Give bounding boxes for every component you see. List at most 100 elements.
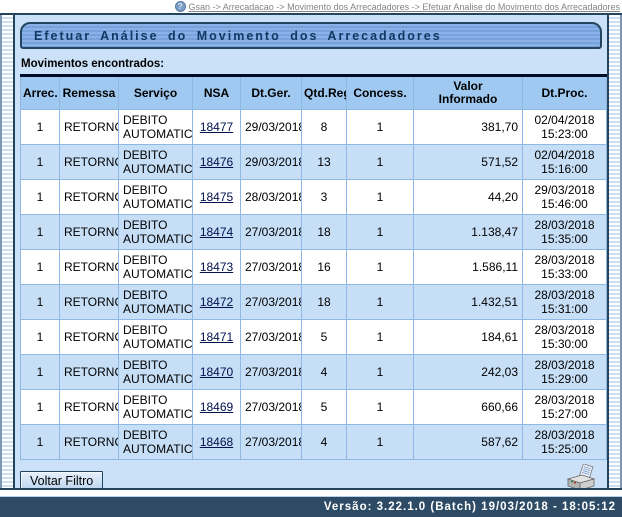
cell-nsa: 18475 — [193, 180, 241, 215]
table-row: 1RETORNODEBITO AUTOMATICO1847629/03/2018… — [21, 145, 607, 180]
cell-concessionaria: 1 — [347, 250, 414, 285]
cell-arrecadador: 1 — [21, 180, 60, 215]
cell-data-geracao: 27/03/2018 — [241, 425, 302, 460]
cell-data-processamento: 28/03/201815:31:00 — [523, 285, 607, 320]
cell-concessionaria: 1 — [347, 425, 414, 460]
cell-arrecadador: 1 — [21, 390, 60, 425]
cell-arrecadador: 1 — [21, 215, 60, 250]
cell-qtd-registros: 3 — [302, 180, 347, 215]
proc-date: 02/04/2018 — [527, 113, 602, 127]
printer-icon[interactable] — [564, 464, 598, 489]
proc-date: 28/03/2018 — [527, 288, 602, 302]
table-row: 1RETORNODEBITO AUTOMATICO1847729/03/2018… — [21, 110, 607, 145]
cell-arrecadador: 1 — [21, 355, 60, 390]
column-header: Concess. — [347, 76, 414, 110]
cell-valor-informado: 660,66 — [414, 390, 523, 425]
proc-time: 15:33:00 — [527, 267, 602, 281]
cell-data-geracao: 28/03/2018 — [241, 180, 302, 215]
cell-arrecadador: 1 — [21, 110, 60, 145]
cell-servico: DEBITO AUTOMATICO — [119, 215, 193, 250]
nsa-link[interactable]: 18472 — [200, 295, 233, 309]
cell-concessionaria: 1 — [347, 355, 414, 390]
table-row: 1RETORNODEBITO AUTOMATICO1847327/03/2018… — [21, 250, 607, 285]
cell-concessionaria: 1 — [347, 180, 414, 215]
cell-remessa: RETORNO — [60, 425, 119, 460]
cell-servico: DEBITO AUTOMATICO — [119, 425, 193, 460]
column-header: Dt.Proc. — [523, 76, 607, 110]
movements-table: Arrec.RemessaServiçoNSADt.Ger.Qtd.Reg.Co… — [20, 74, 607, 460]
actions-row: Voltar Filtro — [20, 466, 602, 488]
cell-nsa: 18470 — [193, 355, 241, 390]
cell-data-processamento: 28/03/201815:27:00 — [523, 390, 607, 425]
cell-data-geracao: 29/03/2018 — [241, 145, 302, 180]
proc-time: 15:46:00 — [527, 197, 602, 211]
cell-nsa: 18476 — [193, 145, 241, 180]
nsa-link[interactable]: 18473 — [200, 260, 233, 274]
frame-stripe-left — [0, 15, 15, 488]
nsa-link[interactable]: 18468 — [200, 435, 233, 449]
cell-arrecadador: 1 — [21, 250, 60, 285]
table-row: 1RETORNODEBITO AUTOMATICO1847227/03/2018… — [21, 285, 607, 320]
nsa-link[interactable]: 18476 — [200, 155, 233, 169]
proc-time: 15:30:00 — [527, 337, 602, 351]
section-label: Movimentos encontrados: — [21, 58, 602, 70]
cell-arrecadador: 1 — [21, 145, 60, 180]
cell-data-geracao: 27/03/2018 — [241, 215, 302, 250]
cell-nsa: 18471 — [193, 320, 241, 355]
version-text: Versão: 3.22.1.0 (Batch) 19/03/2018 - 18… — [324, 501, 616, 513]
cell-data-geracao: 27/03/2018 — [241, 285, 302, 320]
cell-nsa: 18474 — [193, 215, 241, 250]
cell-data-geracao: 27/03/2018 — [241, 355, 302, 390]
proc-date: 02/04/2018 — [527, 148, 602, 162]
cell-data-processamento: 28/03/201815:29:00 — [523, 355, 607, 390]
footer-version-bar: Versão: 3.22.1.0 (Batch) 19/03/2018 - 18… — [0, 497, 622, 517]
cell-servico: DEBITO AUTOMATICO — [119, 145, 193, 180]
cell-remessa: RETORNO — [60, 180, 119, 215]
cell-data-geracao: 27/03/2018 — [241, 390, 302, 425]
cell-nsa: 18469 — [193, 390, 241, 425]
proc-time: 15:31:00 — [527, 302, 602, 316]
nsa-link[interactable]: 18470 — [200, 365, 233, 379]
help-icon[interactable]: ? — [175, 1, 186, 12]
cell-qtd-registros: 4 — [302, 425, 347, 460]
cell-remessa: RETORNO — [60, 320, 119, 355]
cell-nsa: 18472 — [193, 285, 241, 320]
breadcrumb[interactable]: Gsan -> Arrecadacao -> Movimento dos Arr… — [189, 2, 620, 12]
cell-concessionaria: 1 — [347, 215, 414, 250]
page-title-text: Efetuar Análise do Movimento dos Arrecad… — [34, 29, 442, 43]
cell-arrecadador: 1 — [21, 285, 60, 320]
cell-qtd-registros: 5 — [302, 390, 347, 425]
cell-servico: DEBITO AUTOMATICO — [119, 390, 193, 425]
cell-qtd-registros: 18 — [302, 215, 347, 250]
cell-data-processamento: 02/04/201815:23:00 — [523, 110, 607, 145]
nsa-link[interactable]: 18469 — [200, 400, 233, 414]
cell-data-processamento: 29/03/201815:46:00 — [523, 180, 607, 215]
voltar-filtro-button[interactable]: Voltar Filtro — [20, 471, 103, 489]
cell-concessionaria: 1 — [347, 390, 414, 425]
gsan-screen: ? Gsan -> Arrecadacao -> Movimento dos A… — [0, 0, 622, 517]
cell-qtd-registros: 8 — [302, 110, 347, 145]
cell-valor-informado: 587,62 — [414, 425, 523, 460]
table-row: 1RETORNODEBITO AUTOMATICO1846927/03/2018… — [21, 390, 607, 425]
column-header: Dt.Ger. — [241, 76, 302, 110]
proc-date: 28/03/2018 — [527, 253, 602, 267]
cell-data-processamento: 02/04/201815:16:00 — [523, 145, 607, 180]
cell-arrecadador: 1 — [21, 425, 60, 460]
table-row: 1RETORNODEBITO AUTOMATICO1847528/03/2018… — [21, 180, 607, 215]
nsa-link[interactable]: 18471 — [200, 330, 233, 344]
cell-concessionaria: 1 — [347, 320, 414, 355]
cell-remessa: RETORNO — [60, 355, 119, 390]
window-frame: Efetuar Análise do Movimento dos Arrecad… — [0, 13, 622, 490]
proc-time: 15:16:00 — [527, 162, 602, 176]
cell-remessa: RETORNO — [60, 285, 119, 320]
nsa-link[interactable]: 18477 — [200, 120, 233, 134]
table-row: 1RETORNODEBITO AUTOMATICO1847127/03/2018… — [21, 320, 607, 355]
nsa-link[interactable]: 18475 — [200, 190, 233, 204]
proc-time: 15:35:00 — [527, 232, 602, 246]
cell-servico: DEBITO AUTOMATICO — [119, 355, 193, 390]
column-header: Remessa — [60, 76, 119, 110]
nsa-link[interactable]: 18474 — [200, 225, 233, 239]
cell-valor-informado: 381,70 — [414, 110, 523, 145]
cell-valor-informado: 242,03 — [414, 355, 523, 390]
proc-time: 15:27:00 — [527, 407, 602, 421]
